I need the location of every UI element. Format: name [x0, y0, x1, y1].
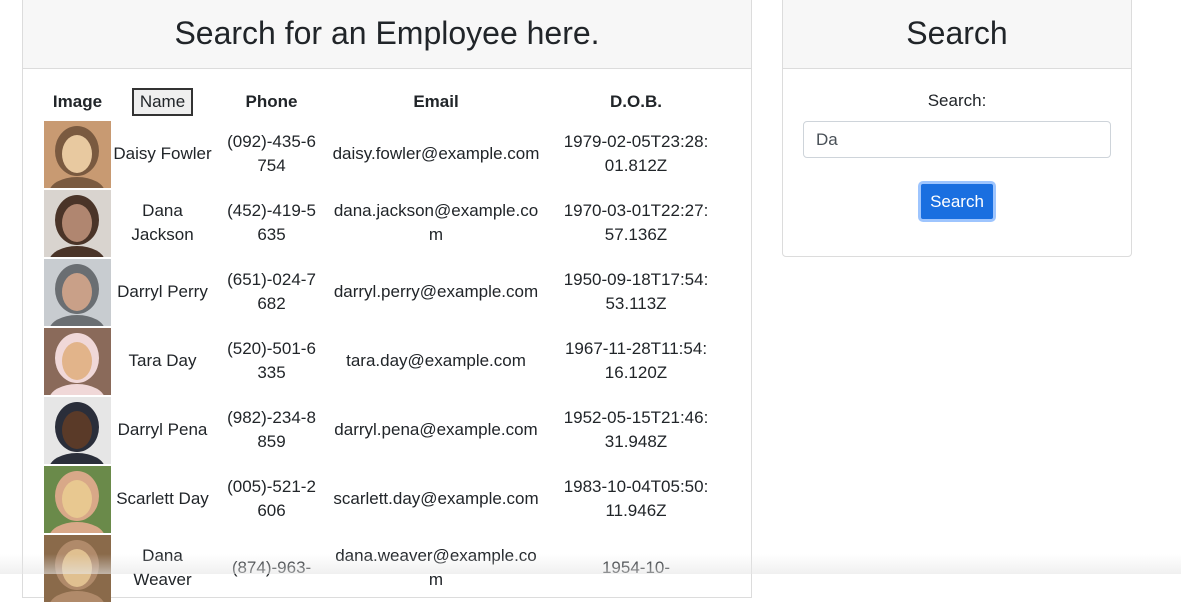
employee-dob: 1967-11-28T11:54:16.120Z	[561, 337, 711, 385]
employee-email-cell: tara.day@example.com	[329, 326, 543, 395]
employee-name-cell: Scarlett Day	[111, 464, 214, 533]
employee-name-cell: Darryl Pena	[111, 395, 214, 464]
header-email: Email	[329, 85, 543, 119]
employee-photo	[44, 190, 111, 257]
employee-photo-cell	[44, 188, 111, 257]
employee-email: scarlett.day@example.com	[333, 487, 538, 511]
table-row: Dana Jackson (452)-419-5635dana.jackson@e…	[44, 188, 729, 257]
employee-name-cell: Dana Weaver	[111, 533, 214, 602]
employee-phone-cell: (874)-963-	[214, 533, 329, 602]
search-card-header: Search	[783, 0, 1131, 69]
employee-name: Daisy Fowler	[113, 142, 213, 166]
employee-phone-cell: (005)-521-2606	[214, 464, 329, 533]
employee-table: Image Name Phone Email D.O.B. Daisy Fowl…	[44, 85, 729, 602]
employee-phone-cell: (982)-234-8859	[214, 395, 329, 464]
employee-card-title: Search for an Employee here.	[174, 15, 599, 52]
employee-phone: (651)-024-7682	[227, 268, 317, 316]
employee-name-cell: Darryl Perry	[111, 257, 214, 326]
table-row: Tara Day (520)-501-6335 tara.day@example.c…	[44, 326, 729, 395]
employee-dob: 1979-02-05T23:28:01.812Z	[561, 130, 711, 178]
search-card: Search Search: Search	[782, 0, 1132, 257]
employee-name: Darryl Pena	[113, 418, 213, 442]
employee-table-card: Search for an Employee here. Image Name …	[22, 0, 752, 598]
employee-phone-cell: (651)-024-7682	[214, 257, 329, 326]
employee-dob-cell: 1983-10-04T05:50:11.946Z	[543, 464, 729, 533]
employee-photo	[44, 535, 111, 602]
employee-dob: 1950-09-18T17:54:53.113Z	[561, 268, 711, 316]
employee-photo	[44, 466, 111, 533]
employee-photo-cell	[44, 533, 111, 602]
employee-phone-cell: (452)-419-5635	[214, 188, 329, 257]
employee-dob-cell: 1954-10-	[543, 533, 729, 602]
employee-table-body: Daisy Fowler (092)-435-6754 daisy.fowler@e…	[44, 119, 729, 602]
table-row: Dana Weaver (874)-963- dana.weaver@example…	[44, 533, 729, 602]
employee-dob: 1970-03-01T22:27:57.136Z	[561, 199, 711, 247]
employee-photo	[44, 259, 111, 326]
employee-card-header: Search for an Employee here.	[23, 0, 751, 69]
employee-phone: (520)-501-6335	[227, 337, 317, 385]
employee-name-cell: Daisy Fowler	[111, 119, 214, 188]
search-button[interactable]: Search	[918, 181, 996, 222]
employee-photo	[44, 121, 111, 188]
employee-dob: 1983-10-04T05:50:11.946Z	[561, 475, 711, 523]
employee-name: Dana Jackson	[113, 199, 213, 247]
table-row: Darryl Pena (982)-234-8859 darryl.pena@exa…	[44, 395, 729, 464]
employee-phone: (874)-963-	[227, 556, 317, 580]
employee-dob-cell: 1979-02-05T23:28:01.812Z	[543, 119, 729, 188]
employee-dob-cell: 1952-05-15T21:46:31.948Z	[543, 395, 729, 464]
employee-dob-cell: 1970-03-01T22:27:57.136Z	[543, 188, 729, 257]
employee-photo	[44, 328, 111, 395]
header-dob: D.O.B.	[543, 85, 729, 119]
search-label: Search:	[783, 91, 1131, 111]
employee-email-cell: dana.weaver@example.com	[329, 533, 543, 602]
employee-photo-cell	[44, 119, 111, 188]
table-row: Daisy Fowler (092)-435-6754 daisy.fowler@e…	[44, 119, 729, 188]
employee-email-cell: dana.jackson@example.com	[329, 188, 543, 257]
search-card-title: Search	[906, 15, 1007, 52]
table-row: Darryl Perry (651)-024-7682 darryl.perry@e…	[44, 257, 729, 326]
employee-phone: (005)-521-2606	[227, 475, 317, 523]
employee-email: darryl.perry@example.com	[334, 280, 538, 304]
employee-photo-cell	[44, 257, 111, 326]
header-image: Image	[44, 85, 111, 119]
employee-phone: (092)-435-6754	[227, 130, 317, 178]
employee-email-cell: darryl.perry@example.com	[329, 257, 543, 326]
table-row: Scarlett Day (005)-521-2606 scarlett.day@e…	[44, 464, 729, 533]
employee-email: daisy.fowler@example.com	[333, 142, 540, 166]
employee-dob-cell: 1967-11-28T11:54:16.120Z	[543, 326, 729, 395]
employee-email-cell: scarlett.day@example.com	[329, 464, 543, 533]
employee-email: dana.weaver@example.com	[329, 544, 543, 592]
employee-dob-cell: 1950-09-18T17:54:53.113Z	[543, 257, 729, 326]
employee-name: Darryl Perry	[113, 280, 213, 304]
table-header-row: Image Name Phone Email D.O.B.	[44, 85, 729, 119]
employee-name-cell: Dana Jackson	[111, 188, 214, 257]
employee-photo	[44, 397, 111, 464]
employee-photo-cell	[44, 326, 111, 395]
employee-email-cell: darryl.pena@example.com	[329, 395, 543, 464]
employee-email: dana.jackson@example.com	[329, 199, 543, 247]
employee-photo-cell	[44, 395, 111, 464]
employee-email-cell: daisy.fowler@example.com	[329, 119, 543, 188]
header-name: Name	[111, 85, 214, 119]
employee-dob: 1952-05-15T21:46:31.948Z	[561, 406, 711, 454]
employee-phone: (452)-419-5635	[227, 199, 317, 247]
employee-phone-cell: (520)-501-6335	[214, 326, 329, 395]
employee-dob: 1954-10-	[561, 556, 711, 580]
employee-name: Dana Weaver	[113, 544, 213, 592]
header-phone: Phone	[214, 85, 329, 119]
employee-name: Scarlett Day	[113, 487, 213, 511]
employee-name-cell: Tara Day	[111, 326, 214, 395]
employee-phone-cell: (092)-435-6754	[214, 119, 329, 188]
employee-photo-cell	[44, 464, 111, 533]
employee-email: darryl.pena@example.com	[334, 418, 537, 442]
employee-name: Tara Day	[113, 349, 213, 373]
employee-email: tara.day@example.com	[346, 349, 526, 373]
employee-phone: (982)-234-8859	[227, 406, 317, 454]
search-input[interactable]	[803, 121, 1111, 158]
sort-by-name-button[interactable]: Name	[132, 88, 193, 116]
